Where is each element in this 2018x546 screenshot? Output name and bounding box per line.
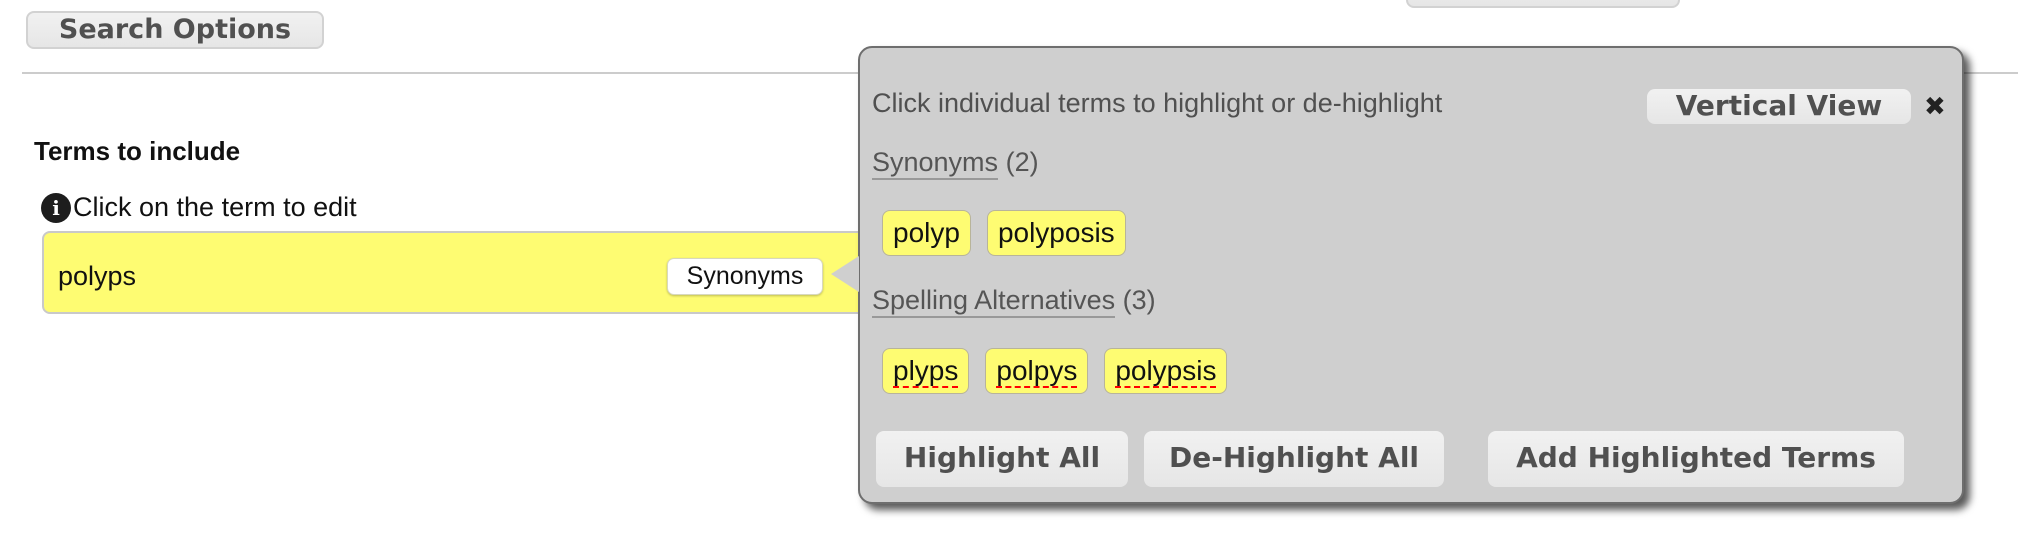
highlight-all-button[interactable]: Highlight All	[876, 431, 1128, 487]
spelling-list: plyps polpys polypsis	[882, 348, 1228, 394]
popup-pointer	[831, 256, 859, 292]
synonyms-count: (2)	[1005, 147, 1039, 177]
spelling-chip[interactable]: polpys	[985, 348, 1089, 394]
spelling-chip-text: plyps	[893, 355, 959, 386]
close-icon[interactable]: ✖	[1924, 92, 1946, 122]
spelling-chip-text: polypsis	[1115, 355, 1217, 386]
spelling-count: (3)	[1122, 285, 1156, 315]
synonym-chip[interactable]: polyp	[882, 210, 971, 256]
vertical-view-button[interactable]: Vertical View	[1647, 89, 1911, 124]
info-icon: i	[41, 192, 71, 223]
popup-instruction: Click individual terms to highlight or d…	[872, 88, 1443, 118]
spelling-chip[interactable]: plyps	[882, 348, 970, 394]
term-box[interactable]: polyps Synonyms	[42, 231, 942, 314]
spelling-chip[interactable]: polypsis	[1104, 348, 1228, 394]
hint-text: Click on the term to edit	[73, 192, 357, 222]
synonyms-list: polyp polyposis	[882, 210, 1126, 256]
synonym-chip[interactable]: polyposis	[986, 210, 1126, 256]
terms-heading: Terms to include	[34, 136, 241, 166]
spelling-chip-text: polpys	[996, 355, 1078, 386]
synonyms-link[interactable]: Synonyms	[872, 147, 999, 180]
add-highlighted-terms-button[interactable]: Add Highlighted Terms	[1488, 431, 1904, 487]
dehighlight-all-button[interactable]: De-Highlight All	[1144, 431, 1444, 487]
edit-hint: i Click on the term to edit	[41, 192, 357, 223]
synonyms-button[interactable]: Synonyms	[667, 258, 823, 295]
spelling-section-title: Spelling Alternatives (3)	[872, 285, 1156, 318]
synonyms-section-title: Synonyms (2)	[872, 147, 1039, 180]
top-partial-button[interactable]	[1406, 0, 1680, 8]
synonyms-popup: Click individual terms to highlight or d…	[858, 46, 1964, 504]
term-text[interactable]: polyps	[58, 261, 136, 292]
search-options-button[interactable]: Search Options	[26, 11, 324, 49]
spelling-link[interactable]: Spelling Alternatives	[872, 285, 1116, 318]
